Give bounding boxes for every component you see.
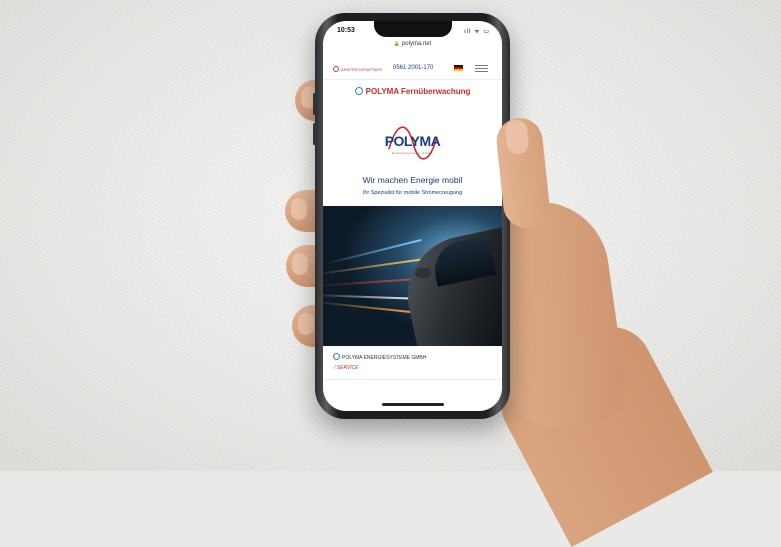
- fernueberwachung-label: POLYMA Fernüberwachung: [365, 87, 471, 96]
- lock-icon: 🔒: [393, 41, 400, 47]
- contact-label: ANSPRECHPARTNER: [341, 67, 382, 72]
- logo-subtitle: Energiesysteme GmbH: [392, 151, 433, 155]
- system-status-icons: ıll ᯤ ▭: [464, 29, 490, 35]
- divider: [323, 379, 502, 380]
- hamburger-menu-icon[interactable]: [475, 63, 488, 73]
- german-flag-icon[interactable]: [454, 65, 463, 71]
- logo-wordmark: POLYMA: [384, 133, 441, 149]
- hero-image: [323, 206, 502, 346]
- url-text: polyma.net: [401, 41, 432, 47]
- service-link[interactable]: / SERVICE: [334, 365, 359, 371]
- company-name: POLYMA ENERGIESYSTEME GMBH: [333, 353, 426, 361]
- volume-button: [313, 123, 316, 145]
- address-bar[interactable]: 🔒 polyma.net: [323, 41, 502, 47]
- contact-link[interactable]: ANSPRECHPARTNER: [333, 66, 382, 72]
- contact-icon: [333, 66, 339, 72]
- hero-slogan: Wir machen Energie mobil: [362, 175, 463, 185]
- phone-link[interactable]: 0561 2001-170: [393, 65, 433, 71]
- fernueberwachung-link[interactable]: POLYMA Fernüberwachung: [323, 87, 502, 96]
- hero-subslogan: Ihr Spezialist für mobile Stromerzeugung: [362, 190, 463, 196]
- clock: 10:53: [337, 27, 355, 34]
- phone-screen: 10:53 ıll ᯤ ▭ 🔒 polyma.net ANSPRECHPARTNE…: [323, 21, 502, 411]
- polyma-logo[interactable]: POLYMA Energiesysteme GmbH: [383, 119, 443, 167]
- smartphone: 10:53 ıll ᯤ ▭ 🔒 polyma.net ANSPRECHPARTNE…: [313, 13, 510, 419]
- globe-icon: [333, 353, 340, 360]
- volume-button: [313, 93, 316, 115]
- notch: [373, 21, 452, 37]
- top-navigation: ANSPRECHPARTNER 0561 2001-170: [323, 55, 502, 80]
- home-indicator[interactable]: [381, 403, 444, 406]
- globe-icon: [354, 87, 363, 95]
